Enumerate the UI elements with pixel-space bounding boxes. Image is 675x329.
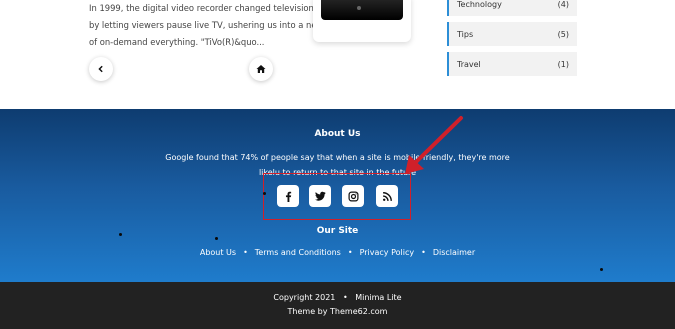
previous-page-button[interactable] xyxy=(89,57,113,81)
post-thumbnail-card[interactable] xyxy=(313,0,411,42)
excerpt-line: of on-demand everything. "TiVo(R)&quo... xyxy=(89,37,265,47)
site-name: Minima Lite xyxy=(355,293,402,302)
category-count: (5) xyxy=(557,29,569,39)
sidebar-item-technology[interactable]: Technology (4) xyxy=(447,0,577,16)
link-separator: • xyxy=(243,248,248,257)
speck xyxy=(215,237,218,240)
twitter-icon xyxy=(314,191,326,201)
facebook-button[interactable] xyxy=(277,185,299,207)
rss-icon xyxy=(382,191,392,201)
footer-link-privacy[interactable]: Privacy Policy xyxy=(360,248,415,257)
sidebar-category-list: Technology (4) Tips (5) Travel (1) xyxy=(447,0,577,82)
home-button[interactable] xyxy=(249,57,273,81)
footer-link-about-us[interactable]: About Us xyxy=(200,248,236,257)
instagram-button[interactable] xyxy=(342,185,364,207)
footer-copyright-bar: Copyright 2021 • Minima Lite Theme by Th… xyxy=(0,282,675,329)
chevron-left-icon xyxy=(98,65,103,73)
twitter-button[interactable] xyxy=(309,185,331,207)
speck xyxy=(263,192,266,195)
excerpt-line: by letting viewers pause live TV, usheri… xyxy=(89,20,350,30)
annotation-arrow-icon xyxy=(405,116,463,174)
post-excerpt: In 1999, the digital video recorder chan… xyxy=(89,0,350,51)
instagram-icon xyxy=(347,190,359,202)
theme-credit: Theme by Theme62.com xyxy=(287,307,388,316)
link-separator: • xyxy=(421,248,426,257)
dvr-device-image xyxy=(321,0,403,20)
rss-button[interactable] xyxy=(376,185,398,207)
excerpt-line: In 1999, the digital video recorder chan… xyxy=(89,3,347,13)
our-site-heading: Our Site xyxy=(316,226,359,236)
footer-links: About Us • Terms and Conditions • Privac… xyxy=(0,248,675,257)
category-label: Travel xyxy=(457,59,481,69)
social-icons-highlight xyxy=(263,173,411,220)
category-count: (4) xyxy=(557,0,569,9)
category-label: Tips xyxy=(457,29,474,39)
home-icon xyxy=(256,65,266,73)
copyright-text: Copyright 2021 xyxy=(273,293,336,302)
about-heading: About Us xyxy=(314,129,361,139)
sidebar-item-travel[interactable]: Travel (1) xyxy=(447,52,577,76)
speck xyxy=(119,233,122,236)
footer-link-disclaimer[interactable]: Disclaimer xyxy=(433,248,475,257)
link-separator: • xyxy=(347,248,353,257)
about-text-line: Google found that 74% of people say that… xyxy=(165,153,510,162)
facebook-icon xyxy=(285,191,291,202)
copyright-separator: • xyxy=(342,293,348,302)
footer-link-terms[interactable]: Terms and Conditions xyxy=(255,248,341,257)
sidebar-item-tips[interactable]: Tips (5) xyxy=(447,22,577,46)
speck xyxy=(600,268,603,271)
copyright-line: Copyright 2021 • Minima Lite xyxy=(0,293,675,302)
footer-about-section: About Us Google found that 74% of people… xyxy=(0,109,675,282)
category-label: Technology xyxy=(457,0,502,9)
category-count: (1) xyxy=(557,59,569,69)
